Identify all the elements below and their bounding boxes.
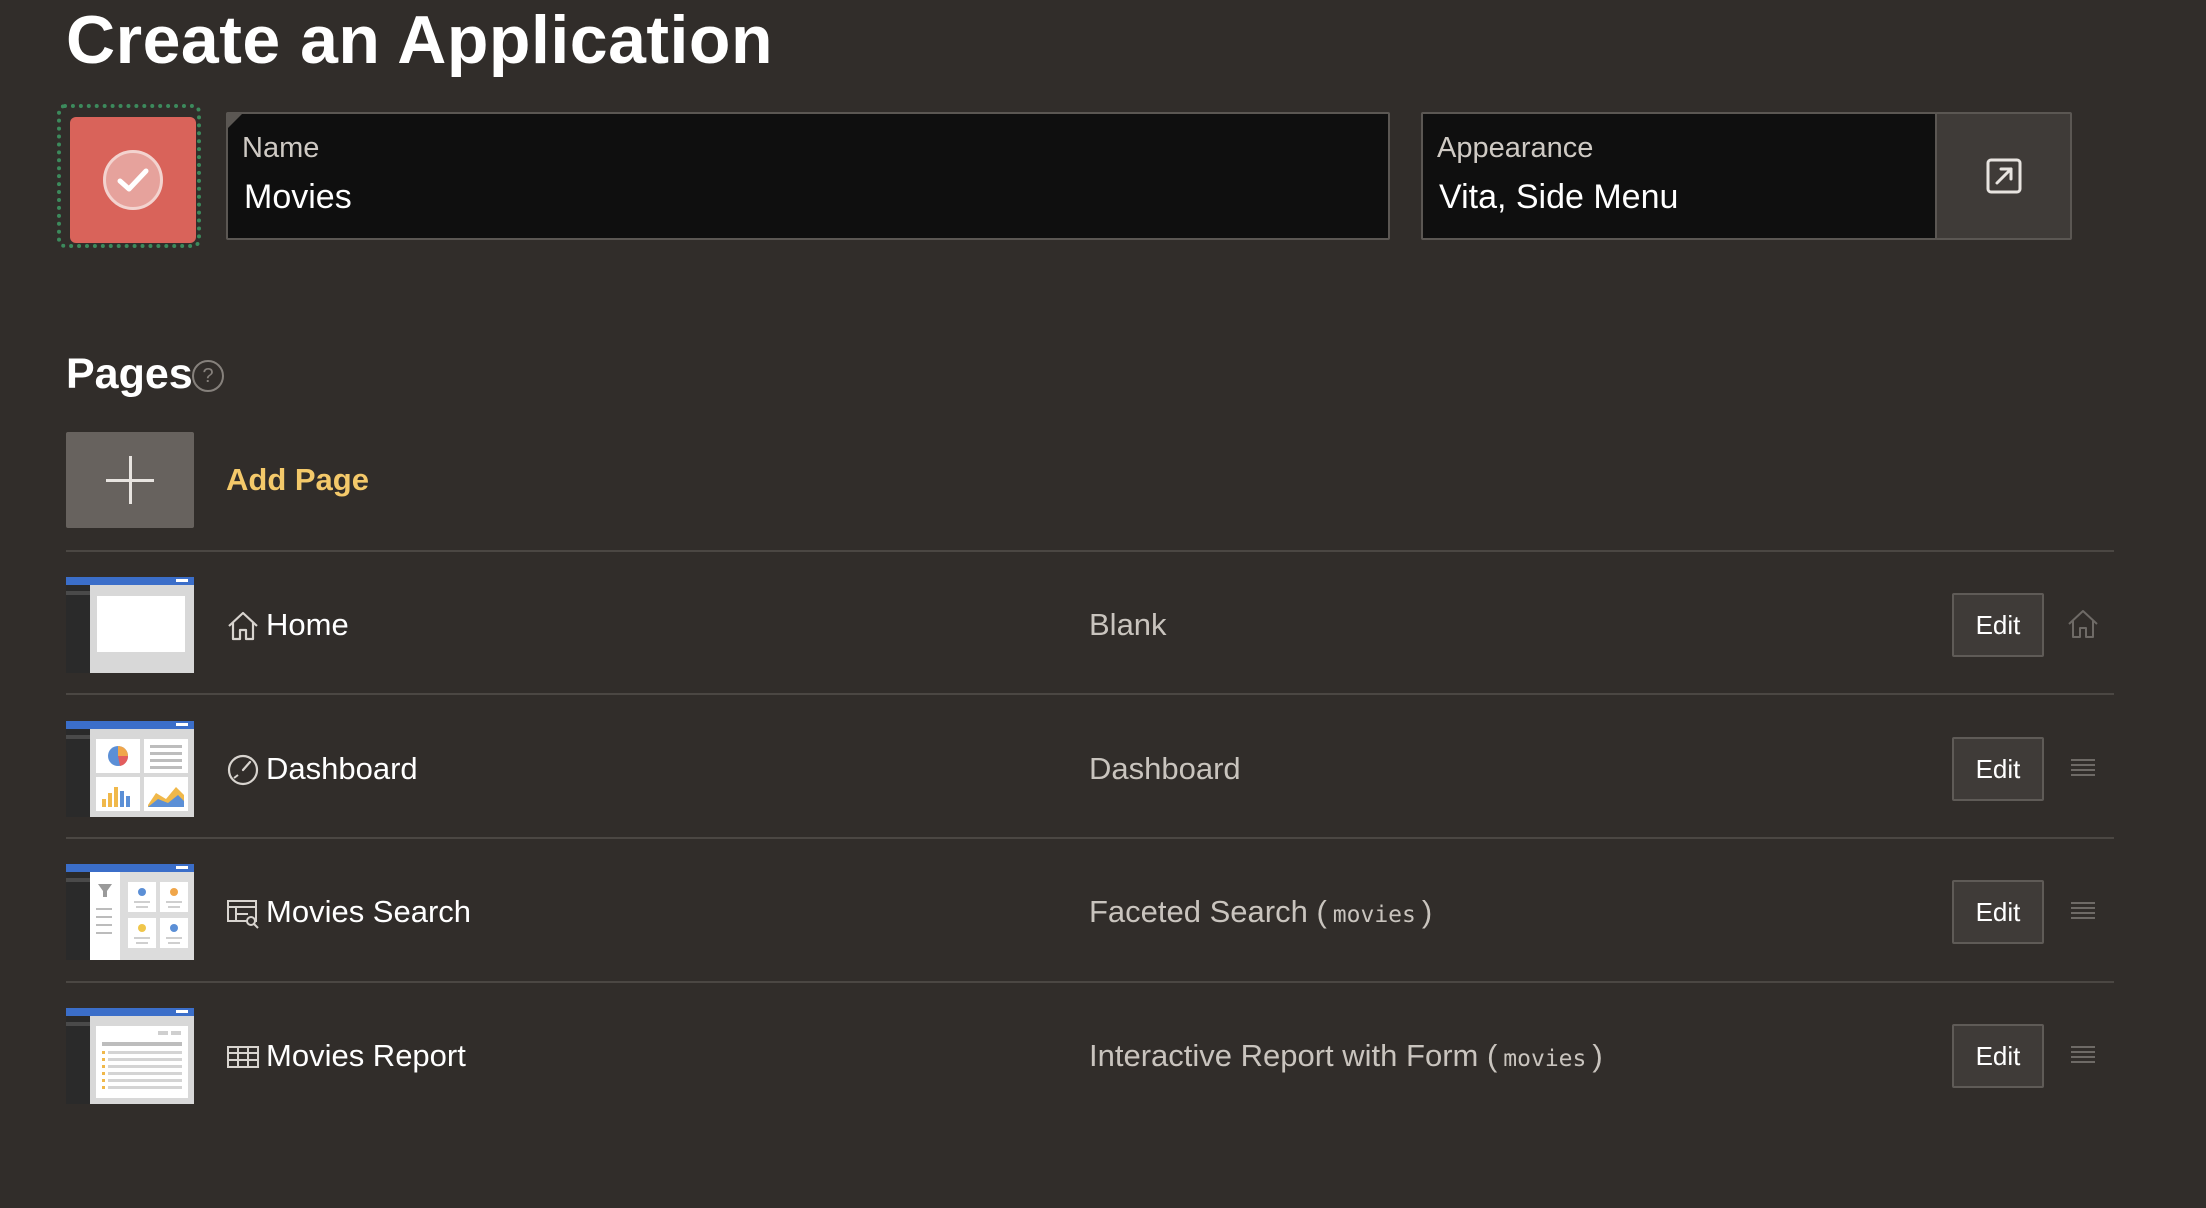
- add-page-link[interactable]: Add Page: [226, 462, 369, 498]
- edit-button[interactable]: Edit: [1952, 593, 2044, 657]
- report-icon: [227, 1046, 259, 1068]
- divider: [66, 837, 2114, 839]
- page-type: Dashboard: [1089, 751, 1241, 786]
- page-row-dashboard: Dashboard Dashboard Edit: [66, 721, 2114, 865]
- home-page-indicator-icon: [2068, 610, 2098, 638]
- page-thumbnail-blank: [66, 577, 194, 673]
- page-title: Create an Application: [66, 2, 774, 78]
- source-table: movies: [1503, 1046, 1587, 1072]
- open-external-icon: [1986, 158, 2021, 194]
- appearance-value: Vita, Side Menu: [1439, 178, 1679, 216]
- page-type: Faceted Search (movies): [1089, 894, 1433, 929]
- plus-icon-vertical: [129, 456, 132, 504]
- page-row-movies-search: Movies Search Faceted Search (movies) Ed…: [66, 864, 2114, 1008]
- source-table: movies: [1332, 902, 1416, 928]
- name-label: Name: [242, 132, 320, 164]
- divider: [66, 981, 2114, 983]
- divider: [66, 693, 2114, 695]
- home-icon: [228, 611, 258, 641]
- drag-handle-icon[interactable]: [2066, 894, 2100, 928]
- appearance-settings-button[interactable]: [1935, 112, 2072, 240]
- name-value[interactable]: Movies: [244, 178, 352, 217]
- pages-heading: Pages: [66, 350, 193, 398]
- page-type: Blank: [1089, 607, 1167, 642]
- appearance-field[interactable]: Appearance Vita, Side Menu: [1421, 112, 1937, 240]
- drag-handle-icon[interactable]: [2066, 751, 2100, 785]
- create-application-page: Create an Application Name Movies Appear…: [0, 0, 2206, 1208]
- drag-handle-icon[interactable]: [2066, 1038, 2100, 1072]
- page-type: Interactive Report with Form (movies): [1089, 1038, 1603, 1073]
- field-corner-marker: [228, 114, 242, 128]
- page-thumbnail-interactive-report: [66, 1008, 194, 1104]
- add-page-button[interactable]: [66, 432, 194, 528]
- page-row-movies-report: Movies Report Interactive Report with Fo…: [66, 1008, 2114, 1152]
- gauge-icon: [227, 754, 259, 786]
- name-field[interactable]: Name Movies: [226, 112, 1390, 240]
- help-icon[interactable]: ?: [192, 360, 224, 392]
- app-icon-picker[interactable]: [57, 104, 201, 248]
- appearance-label: Appearance: [1437, 132, 1594, 164]
- page-name: Movies Search: [266, 894, 472, 929]
- edit-button[interactable]: Edit: [1952, 737, 2044, 801]
- page-name: Home: [266, 607, 349, 642]
- edit-button[interactable]: Edit: [1952, 880, 2044, 944]
- faceted-search-icon: [227, 900, 259, 929]
- page-name: Movies Report: [266, 1038, 466, 1073]
- app-icon: [70, 117, 196, 243]
- page-thumbnail-dashboard: [66, 721, 194, 817]
- edit-button[interactable]: Edit: [1952, 1024, 2044, 1088]
- page-name: Dashboard: [266, 751, 418, 786]
- check-circle-icon: [103, 150, 163, 210]
- divider: [66, 550, 2114, 552]
- page-thumbnail-faceted-search: [66, 864, 194, 960]
- page-row-home: Home Blank Edit: [66, 577, 2114, 721]
